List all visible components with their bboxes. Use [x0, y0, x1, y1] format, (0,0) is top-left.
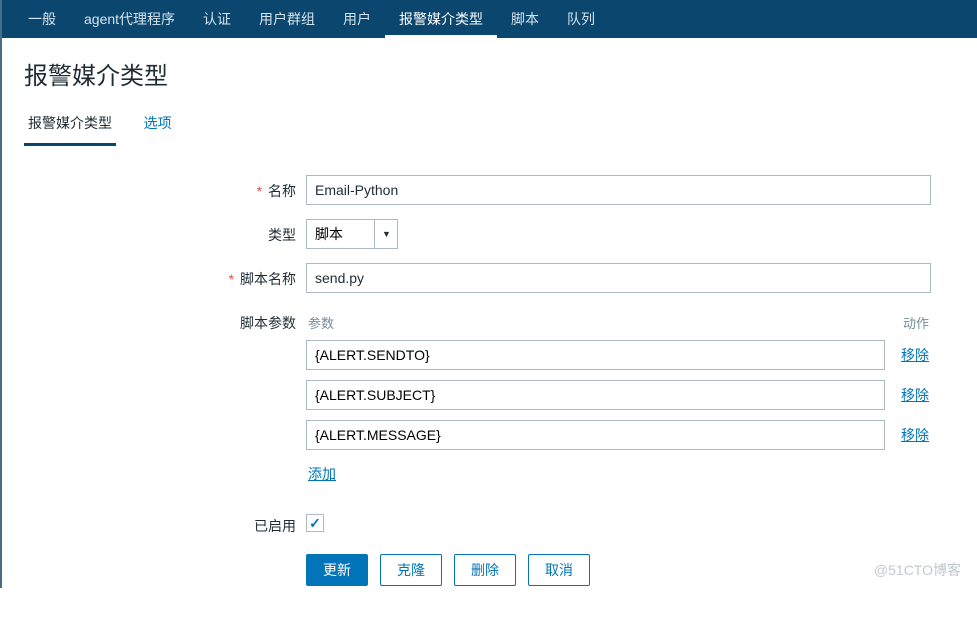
tab-media-type[interactable]: 报警媒介类型 [24, 105, 116, 146]
nav-scripts[interactable]: 脚本 [497, 0, 553, 38]
top-nav: 一般 agent代理程序 认证 用户群组 用户 报警媒介类型 脚本 队列 [2, 0, 977, 38]
update-button[interactable]: 更新 [306, 554, 368, 586]
param-row: 移除 [306, 340, 931, 370]
cancel-button[interactable]: 取消 [528, 554, 590, 586]
form-area: * 名称 类型 脚本 * 脚本名称 脚本参数 [2, 147, 977, 620]
enabled-checkbox[interactable] [306, 514, 324, 532]
params-header-action: 动作 [885, 313, 931, 332]
label-name: * 名称 [26, 175, 306, 201]
param-row: 移除 [306, 380, 931, 410]
param-input-0[interactable] [306, 340, 885, 370]
nav-authentication[interactable]: 认证 [189, 0, 245, 38]
label-type: 类型 [26, 219, 306, 245]
param-input-2[interactable] [306, 420, 885, 450]
name-input[interactable] [306, 175, 931, 205]
param-row: 移除 [306, 420, 931, 450]
param-input-1[interactable] [306, 380, 885, 410]
page-title: 报警媒介类型 [2, 38, 977, 105]
param-remove-link[interactable]: 移除 [885, 345, 931, 365]
param-add-link[interactable]: 添加 [306, 460, 336, 484]
label-enabled: 已启用 [26, 510, 306, 536]
script-params-table: 参数 动作 移除 移除 移除 添加 [306, 307, 931, 484]
type-select[interactable]: 脚本 [306, 219, 398, 249]
delete-button[interactable]: 删除 [454, 554, 516, 586]
nav-general[interactable]: 一般 [14, 0, 70, 38]
script-name-input[interactable] [306, 263, 931, 293]
label-script-params: 脚本参数 [26, 307, 306, 333]
params-header-param: 参数 [306, 313, 885, 332]
param-remove-link[interactable]: 移除 [885, 385, 931, 405]
nav-user-groups[interactable]: 用户群组 [245, 0, 329, 38]
nav-users[interactable]: 用户 [329, 0, 385, 38]
tabs: 报警媒介类型 选项 [2, 105, 977, 147]
nav-agent-proxy[interactable]: agent代理程序 [70, 0, 189, 38]
tab-options[interactable]: 选项 [140, 105, 176, 143]
nav-media-types[interactable]: 报警媒介类型 [385, 0, 497, 38]
label-script-name: * 脚本名称 [26, 263, 306, 289]
nav-queue[interactable]: 队列 [553, 0, 609, 38]
clone-button[interactable]: 克隆 [380, 554, 442, 586]
param-remove-link[interactable]: 移除 [885, 425, 931, 445]
